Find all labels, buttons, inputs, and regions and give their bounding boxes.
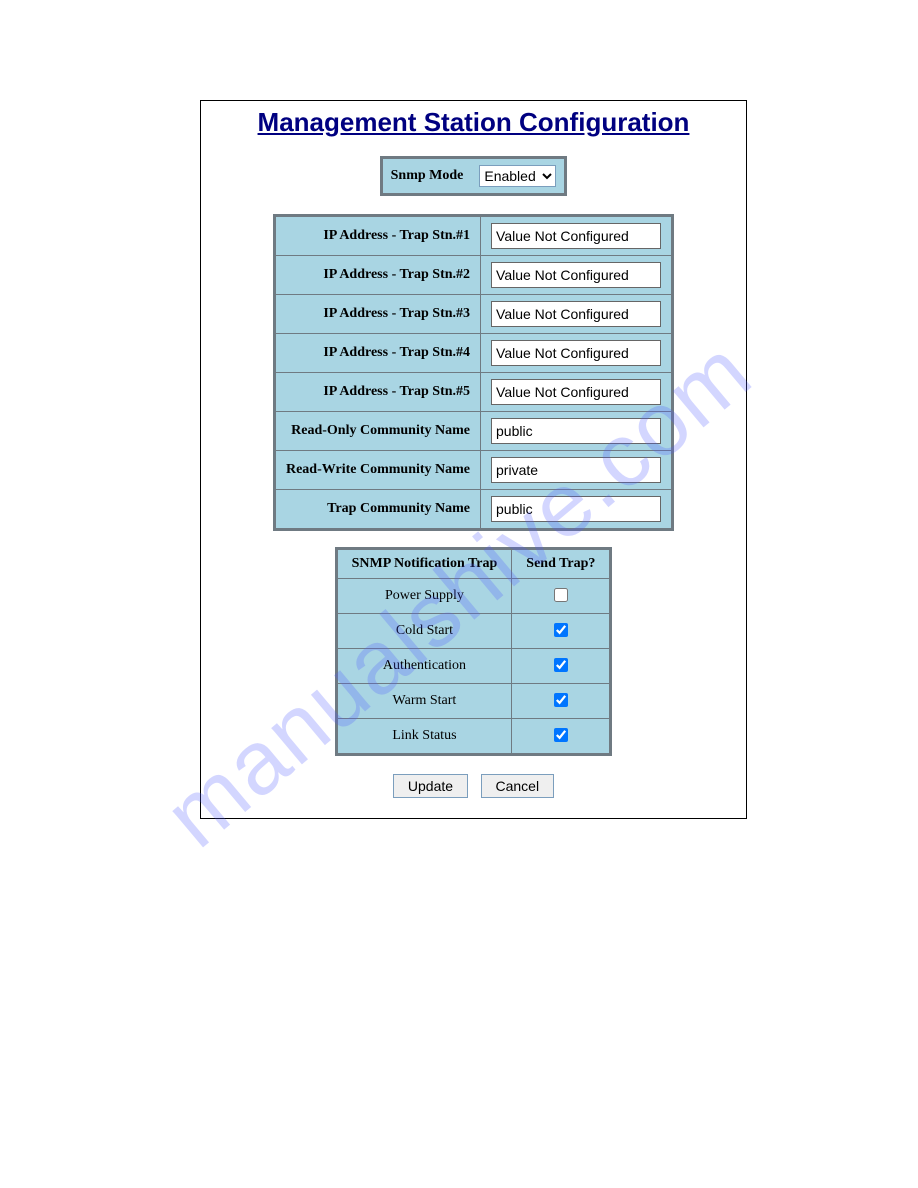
config-panel: Management Station Configuration Snmp Mo… — [200, 100, 747, 819]
config-row-value-cell — [481, 412, 673, 451]
snmp-mode-label: Snmp Mode — [381, 158, 471, 195]
notif-row-check-cell — [512, 684, 611, 719]
config-input[interactable] — [491, 418, 661, 444]
config-input[interactable] — [491, 301, 661, 327]
config-input[interactable] — [491, 496, 661, 522]
config-input[interactable] — [491, 262, 661, 288]
config-row-label: IP Address - Trap Stn.#3 — [274, 295, 480, 334]
config-row-value-cell — [481, 490, 673, 530]
notif-header-trap: SNMP Notification Trap — [336, 549, 512, 579]
config-row-value-cell — [481, 216, 673, 256]
config-row-label: Read-Write Community Name — [274, 451, 480, 490]
config-input[interactable] — [491, 457, 661, 483]
snmp-mode-select[interactable]: EnabledDisabled — [479, 165, 556, 187]
notif-row-check-cell — [512, 719, 611, 755]
notif-row-check-cell — [512, 649, 611, 684]
config-row-label: IP Address - Trap Stn.#2 — [274, 256, 480, 295]
config-row-value-cell — [481, 295, 673, 334]
notification-trap-table: SNMP Notification Trap Send Trap? Power … — [335, 547, 613, 756]
cancel-button[interactable]: Cancel — [481, 774, 555, 798]
button-row: Update Cancel — [201, 774, 746, 798]
page-title: Management Station Configuration — [201, 107, 746, 138]
notif-row-name: Warm Start — [336, 684, 512, 719]
notif-row-name: Power Supply — [336, 579, 512, 614]
config-input[interactable] — [491, 223, 661, 249]
config-input[interactable] — [491, 379, 661, 405]
notif-header-send: Send Trap? — [512, 549, 611, 579]
update-button[interactable]: Update — [393, 774, 468, 798]
config-row-label: Read-Only Community Name — [274, 412, 480, 451]
config-row-label: Trap Community Name — [274, 490, 480, 530]
send-trap-checkbox[interactable] — [554, 658, 568, 672]
notif-row-check-cell — [512, 614, 611, 649]
notif-row-name: Cold Start — [336, 614, 512, 649]
config-row-value-cell — [481, 256, 673, 295]
config-row-value-cell — [481, 334, 673, 373]
config-row-value-cell — [481, 451, 673, 490]
ip-community-table: IP Address - Trap Stn.#1IP Address - Tra… — [273, 214, 674, 531]
send-trap-checkbox[interactable] — [554, 693, 568, 707]
config-row-label: IP Address - Trap Stn.#5 — [274, 373, 480, 412]
notif-row-name: Link Status — [336, 719, 512, 755]
notif-row-name: Authentication — [336, 649, 512, 684]
config-input[interactable] — [491, 340, 661, 366]
config-row-label: IP Address - Trap Stn.#4 — [274, 334, 480, 373]
snmp-mode-table: Snmp Mode EnabledDisabled — [380, 156, 568, 196]
notif-row-check-cell — [512, 579, 611, 614]
config-row-label: IP Address - Trap Stn.#1 — [274, 216, 480, 256]
config-row-value-cell — [481, 373, 673, 412]
send-trap-checkbox[interactable] — [554, 728, 568, 742]
send-trap-checkbox[interactable] — [554, 623, 568, 637]
snmp-mode-cell: EnabledDisabled — [471, 158, 566, 195]
send-trap-checkbox[interactable] — [554, 588, 568, 602]
